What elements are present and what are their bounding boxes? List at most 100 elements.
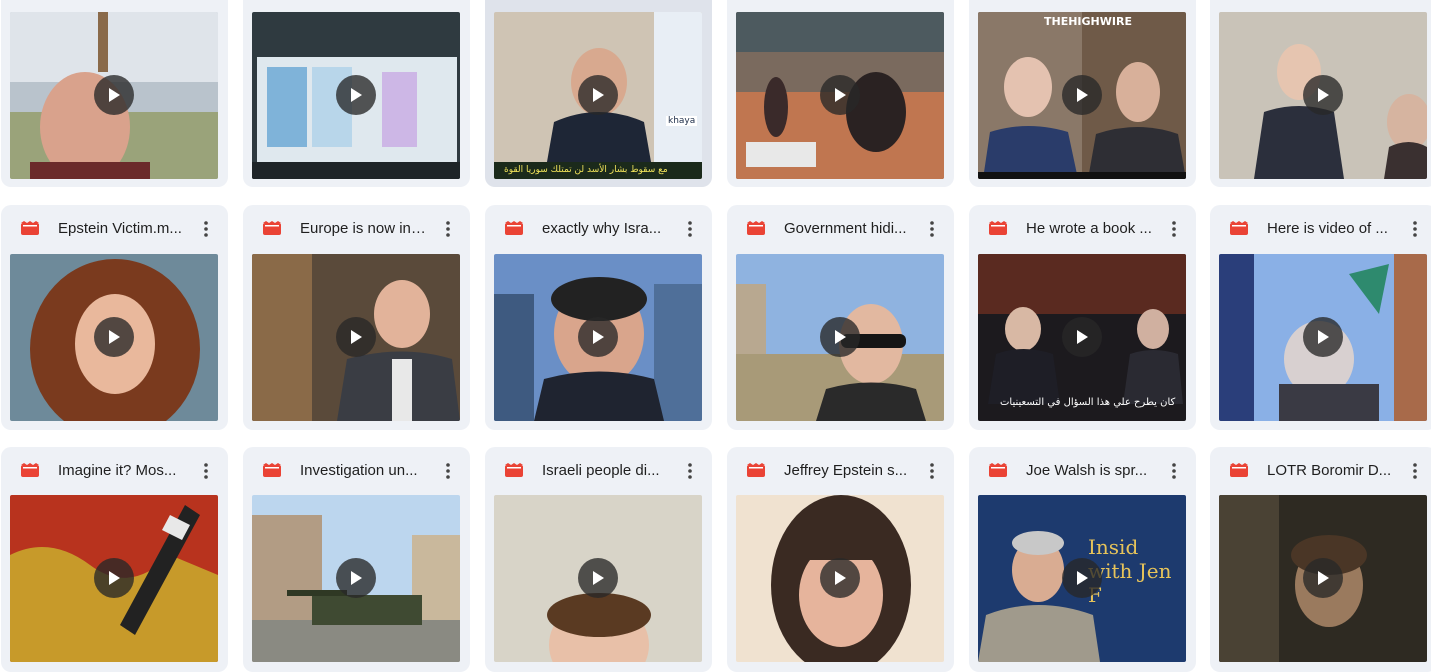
play-button[interactable]: [336, 558, 376, 598]
more-options-button[interactable]: [434, 457, 462, 485]
file-card[interactable]: Imagine it? Mos...: [1, 447, 228, 672]
play-button[interactable]: [820, 75, 860, 115]
file-card-header: LOTR Boromir D...: [1210, 447, 1431, 495]
file-title: Government hidi...: [784, 220, 907, 237]
more-options-button[interactable]: [676, 215, 704, 243]
video-thumbnail[interactable]: [494, 254, 702, 421]
video-thumbnail[interactable]: [252, 495, 460, 662]
more-options-button[interactable]: [434, 215, 462, 243]
play-button[interactable]: [1062, 558, 1102, 598]
video-thumbnail[interactable]: [10, 254, 218, 421]
thumbnail-caption: Insid with Jen F: [1088, 535, 1172, 607]
video-thumbnail[interactable]: [1219, 254, 1427, 421]
more-vert-icon: [204, 221, 208, 237]
play-button[interactable]: [820, 558, 860, 598]
play-icon: [1077, 88, 1088, 102]
more-options-button[interactable]: [918, 457, 946, 485]
file-title: LOTR Boromir D...: [1267, 462, 1392, 479]
more-options-button[interactable]: [1160, 215, 1188, 243]
file-card[interactable]: LOTR Boromir D...: [1210, 447, 1431, 672]
file-card[interactable]: Joe Walsh is spr... Insid with Jen F: [969, 447, 1196, 672]
video-thumbnail[interactable]: [252, 254, 460, 421]
file-card-header: Government hidi...: [727, 205, 954, 253]
more-options-button[interactable]: [192, 215, 220, 243]
video-thumbnail[interactable]: [494, 495, 702, 662]
file-card-header: Imagine it? Mos...: [1, 447, 228, 495]
play-icon: [1077, 571, 1088, 585]
more-vert-icon: [1413, 221, 1417, 237]
video-file-icon: [747, 221, 765, 235]
video-thumbnail[interactable]: THEHIGHWIRE: [978, 12, 1186, 179]
file-card[interactable]: THEHIGHWIRE: [969, 0, 1196, 187]
play-button[interactable]: [578, 317, 618, 357]
play-button[interactable]: [1062, 317, 1102, 357]
file-title: Epstein Victim.m...: [58, 220, 182, 237]
more-options-button[interactable]: [1401, 457, 1429, 485]
more-options-button[interactable]: [1401, 215, 1429, 243]
file-card[interactable]: Epstein Victim.m...: [1, 205, 228, 430]
play-icon: [1077, 330, 1088, 344]
video-thumbnail[interactable]: مع سقوط بشار الأسد لن تمتلك سوريا القوة …: [494, 12, 702, 179]
play-button[interactable]: [1062, 75, 1102, 115]
thumbnail-caption: كان يطرح علي هذا السؤال في التسعينيات: [1000, 397, 1176, 408]
video-thumbnail[interactable]: Insid with Jen F: [978, 495, 1186, 662]
more-options-button[interactable]: [1160, 457, 1188, 485]
more-vert-icon: [446, 463, 450, 479]
play-button[interactable]: [1303, 317, 1343, 357]
more-vert-icon: [930, 221, 934, 237]
video-file-icon: [263, 221, 281, 235]
thumbnail-caption: مع سقوط بشار الأسد لن تمتلك سوريا القوة: [504, 165, 668, 175]
play-button[interactable]: [578, 75, 618, 115]
video-thumbnail[interactable]: [736, 12, 944, 179]
file-title: Investigation un...: [300, 462, 418, 479]
play-button[interactable]: [94, 558, 134, 598]
file-card-header: Jeffrey Epstein s...: [727, 447, 954, 495]
more-vert-icon: [688, 221, 692, 237]
play-button[interactable]: [1303, 75, 1343, 115]
video-thumbnail[interactable]: [736, 495, 944, 662]
video-thumbnail[interactable]: [10, 495, 218, 662]
more-vert-icon: [1172, 221, 1176, 237]
file-card[interactable]: Jeffrey Epstein s...: [727, 447, 954, 672]
file-card[interactable]: Investigation un...: [243, 447, 470, 672]
play-button[interactable]: [94, 317, 134, 357]
thumbnail-tag: khaya: [666, 116, 698, 126]
play-button[interactable]: [336, 75, 376, 115]
file-card[interactable]: [1, 0, 228, 187]
video-thumbnail[interactable]: [252, 12, 460, 179]
file-card[interactable]: Europe is now in ...: [243, 205, 470, 430]
file-card[interactable]: Government hidi...: [727, 205, 954, 430]
more-options-button[interactable]: [192, 457, 220, 485]
file-card[interactable]: He wrote a book ... كان يطرح علي هذا الس…: [969, 205, 1196, 430]
play-button[interactable]: [1303, 558, 1343, 598]
file-title: He wrote a book ...: [1026, 220, 1152, 237]
play-icon: [351, 88, 362, 102]
file-title: exactly why Isra...: [542, 220, 662, 237]
more-vert-icon: [1172, 463, 1176, 479]
play-icon: [351, 330, 362, 344]
file-card[interactable]: [727, 0, 954, 187]
video-thumbnail[interactable]: [1219, 12, 1427, 179]
file-card[interactable]: [1210, 0, 1431, 187]
file-title: Israeli people di...: [542, 462, 660, 479]
file-title: Joe Walsh is spr...: [1026, 462, 1148, 479]
file-card[interactable]: Israeli people di...: [485, 447, 712, 672]
play-button[interactable]: [336, 317, 376, 357]
play-button[interactable]: [94, 75, 134, 115]
play-button[interactable]: [578, 558, 618, 598]
video-thumbnail[interactable]: [736, 254, 944, 421]
video-file-icon: [1230, 221, 1248, 235]
file-card-header: Israeli people di...: [485, 447, 712, 495]
file-card[interactable]: Here is video of ...: [1210, 205, 1431, 430]
video-file-icon: [1230, 463, 1248, 477]
play-button[interactable]: [820, 317, 860, 357]
more-options-button[interactable]: [676, 457, 704, 485]
video-thumbnail[interactable]: [10, 12, 218, 179]
video-thumbnail[interactable]: كان يطرح علي هذا السؤال في التسعينيات: [978, 254, 1186, 421]
file-card[interactable]: exactly why Isra...: [485, 205, 712, 430]
more-options-button[interactable]: [918, 215, 946, 243]
file-card[interactable]: مع سقوط بشار الأسد لن تمتلك سوريا القوة …: [485, 0, 712, 187]
video-thumbnail[interactable]: [1219, 495, 1427, 662]
file-card[interactable]: [243, 0, 470, 187]
video-file-icon: [989, 463, 1007, 477]
